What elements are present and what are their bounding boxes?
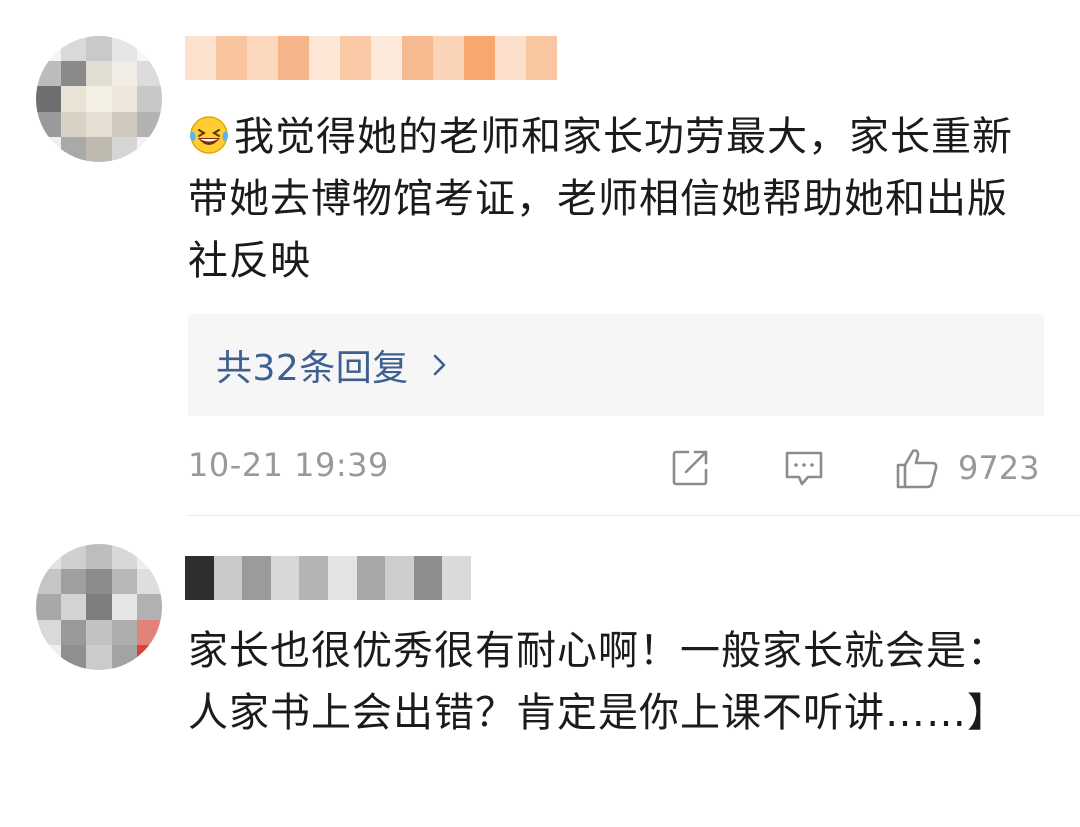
comment-button[interactable] <box>782 444 826 492</box>
username-blurred[interactable] <box>185 36 557 80</box>
thumbs-up-icon <box>896 449 938 489</box>
comment-item: 家长也很优秀很有耐心啊！一般家长就会是：人家书上会出错？肯定是你上课不听讲……】 <box>0 516 1080 827</box>
comment-icon <box>785 451 823 486</box>
like-button[interactable]: 9723 <box>894 444 1039 492</box>
like-count: 9723 <box>958 449 1040 487</box>
timestamp: 10-21 19:39 <box>188 446 389 484</box>
username-blurred[interactable] <box>185 556 471 600</box>
share-button[interactable] <box>668 444 712 492</box>
avatar[interactable] <box>36 36 162 162</box>
avatar[interactable] <box>36 544 162 670</box>
comment-text: 家长也很优秀很有耐心啊！一般家长就会是：人家书上会出错？肯定是你上课不听讲……】 <box>188 628 1008 736</box>
replies-count-label: 共32条回复 <box>216 348 409 389</box>
comment-text: 我觉得她的老师和家长功劳最大，家长重新带她去博物馆考证，老师相信她帮助她和出版社… <box>188 106 1048 292</box>
comment-body: 我觉得她的老师和家长功劳最大，家长重新带她去博物馆考证，老师相信她帮助她和出版社… <box>188 114 1013 284</box>
chevron-right-icon <box>433 354 446 376</box>
view-replies-button[interactable]: 共32条回复 <box>188 314 1044 416</box>
comment-item: 我觉得她的老师和家长功劳最大，家长重新带她去博物馆考证，老师相信她帮助她和出版社… <box>0 0 1080 515</box>
comment-meta: 10-21 19:39 9723 <box>188 440 1044 496</box>
grinning-squinting-tears-emoji-icon <box>190 116 228 154</box>
share-icon <box>672 450 708 486</box>
